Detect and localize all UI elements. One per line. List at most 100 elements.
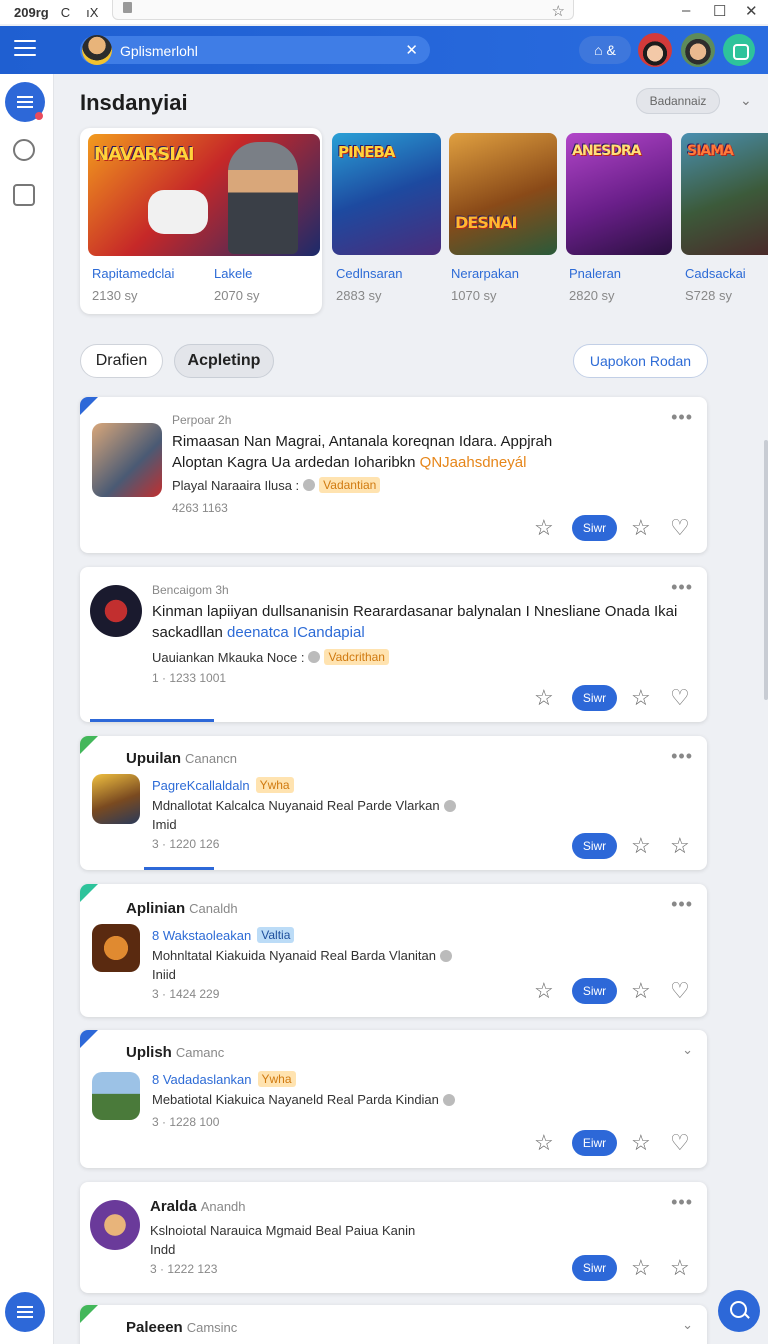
star-icon[interactable]: ☆ (631, 1257, 651, 1279)
featured-title[interactable]: Pnaleran (569, 266, 621, 281)
star-icon[interactable]: ☆ (631, 517, 651, 539)
post-title[interactable]: Kinman lapiiyan dullsananisin Rearardasa… (152, 603, 677, 620)
featured-count: 2130 sy (92, 288, 138, 303)
filter-chip[interactable]: Drafien (80, 344, 163, 378)
featured-count: 1070 sy (451, 288, 497, 303)
scrollbar[interactable] (764, 440, 768, 700)
badge-icon (303, 479, 316, 491)
more-icon[interactable]: ••• (671, 407, 693, 428)
post-meta: Bencaigom 3h (152, 583, 229, 597)
post-stats: 3 · 1222 123 (150, 1262, 218, 1276)
featured-image-title: SIAMA (687, 143, 734, 159)
clear-icon[interactable]: ✕ (405, 41, 418, 59)
close-window-icon[interactable]: ✕ (745, 2, 758, 20)
star-icon[interactable]: ☆ (534, 1132, 554, 1154)
star-icon[interactable]: ☆ (631, 1132, 651, 1154)
featured-image-title: NAVARSIAI (94, 144, 195, 165)
more-icon[interactable]: ••• (671, 894, 693, 915)
search-text: Gplismerlohl (120, 43, 198, 59)
rate-button[interactable]: Siwr (572, 515, 617, 541)
chevron-down-icon[interactable]: ⌄ (740, 92, 752, 109)
location-icon[interactable] (13, 139, 35, 161)
post-card[interactable]: Aplinian Canaldh ••• 8 Wakstaoleakan Valti… (80, 884, 707, 1017)
post-card[interactable]: Aralda Anandh ••• Kslnoiotal Narauica Mgm… (80, 1182, 707, 1293)
menu-button-bottom[interactable] (5, 1292, 45, 1332)
heart-icon[interactable]: ♡ (670, 980, 690, 1002)
post-card[interactable]: Uplish Camanc ⌄ 8 Vadadaslankan Ywha Mebat… (80, 1030, 707, 1168)
chevron-down-icon[interactable]: ⌄ (682, 1042, 693, 1058)
search-input[interactable]: Gplismerlohl ✕ (80, 35, 430, 65)
featured-title[interactable]: Rapitamedclai (92, 266, 174, 281)
sort-dropdown[interactable]: Badannaiz (636, 88, 720, 114)
filter-action-button[interactable]: Uapokon Rodan (573, 344, 708, 378)
minimize-icon[interactable]: – (682, 2, 690, 19)
address-bar[interactable]: ☆ (112, 0, 574, 20)
bookmark-star-icon[interactable]: ☆ (552, 1, 565, 23)
avatar[interactable] (681, 33, 715, 67)
rate-button[interactable]: Eiwr (572, 1130, 617, 1156)
refresh-icon[interactable]: C (61, 5, 70, 20)
post-stats: 3 · 1424 229 (152, 987, 220, 1001)
more-icon[interactable]: ••• (671, 1192, 693, 1213)
hamburger-icon[interactable] (14, 40, 36, 58)
star-icon[interactable]: ☆ (534, 980, 554, 1002)
featured-image[interactable]: SIAMA (681, 133, 768, 255)
filter-chip-active[interactable]: Acpletinp (174, 344, 274, 378)
lock-icon (123, 2, 132, 13)
game-icon (92, 774, 140, 824)
menu-button[interactable] (5, 82, 45, 122)
search-icon[interactable] (718, 1290, 760, 1332)
extension-icon[interactable]: ıX (86, 5, 98, 20)
featured-image[interactable]: PINEBA (332, 133, 441, 255)
featured-title[interactable]: Cadsackai (685, 266, 746, 281)
star-icon[interactable]: ☆ (631, 835, 651, 857)
more-icon[interactable]: ••• (671, 577, 693, 598)
star-icon[interactable]: ☆ (631, 687, 651, 709)
featured-card[interactable]: NAVARSIAI Rapitamedclai Lakele 2130 sy 2… (80, 128, 322, 314)
post-link[interactable]: PagreKcallaldaln Ywha (152, 777, 294, 793)
card-corner-marker (80, 736, 98, 754)
card-corner-marker (80, 884, 98, 902)
heart-icon[interactable]: ♡ (670, 517, 690, 539)
rate-button[interactable]: Siwr (572, 685, 617, 711)
star-icon[interactable]: ☆ (534, 517, 554, 539)
star-icon[interactable]: ☆ (631, 980, 651, 1002)
avatar (82, 35, 112, 65)
featured-title[interactable]: Cedlnsaran (336, 266, 403, 281)
post-stats: 3 · 1220 126 (152, 837, 220, 851)
post-link[interactable]: 8 Vadadaslankan Ywha (152, 1071, 296, 1087)
post-info: Uauiankan Mkauka Noce : Vadcrithan (152, 649, 389, 665)
chevron-down-icon[interactable]: ⌄ (682, 1317, 693, 1333)
rate-button[interactable]: Siwr (572, 1255, 617, 1281)
post-title[interactable]: Rimaasan Nan Magrai, Antanala koreqnan I… (172, 433, 552, 450)
game-icon (90, 585, 142, 637)
maximize-icon[interactable]: ☐ (713, 2, 726, 20)
more-icon[interactable]: ••• (671, 746, 693, 767)
featured-image[interactable]: ANESDRA (566, 133, 672, 255)
post-card[interactable]: Paleeen Camsinc ⌄ (80, 1305, 707, 1344)
featured-count: S728 sy (685, 288, 732, 303)
rate-button[interactable]: Siwr (572, 833, 617, 859)
post-text: Imid (152, 817, 177, 832)
heart-icon[interactable]: ♡ (670, 687, 690, 709)
post-link[interactable]: 8 Wakstaoleakan Valtia (152, 927, 295, 943)
featured-title[interactable]: Nerarpakan (451, 266, 519, 281)
game-icon (92, 1072, 140, 1120)
star-icon[interactable]: ☆ (670, 835, 690, 857)
avatar[interactable] (638, 33, 672, 67)
header-action-button[interactable]: ⌂ & (579, 36, 631, 64)
badge-icon (443, 799, 456, 812)
rate-button[interactable]: Siwr (572, 978, 617, 1004)
chat-icon[interactable] (723, 34, 755, 66)
star-icon[interactable]: ☆ (534, 687, 554, 709)
star-icon[interactable]: ☆ (670, 1257, 690, 1279)
store-icon[interactable] (13, 184, 35, 206)
post-card[interactable]: Upuilan Canancn ••• PagreKcallaldaln Ywha … (80, 736, 707, 870)
featured-title[interactable]: Lakele (214, 266, 252, 281)
post-author: Uplish Camanc (126, 1044, 225, 1061)
heart-icon[interactable]: ♡ (670, 1132, 690, 1154)
featured-image[interactable]: DESNAI (449, 133, 557, 255)
game-icon (90, 1200, 140, 1250)
post-card[interactable]: Bencaigom 3h ••• Kinman lapiiyan dullsan… (80, 567, 707, 722)
post-card[interactable]: Perpoar 2h ••• Rimaasan Nan Magrai, Anta… (80, 397, 707, 553)
